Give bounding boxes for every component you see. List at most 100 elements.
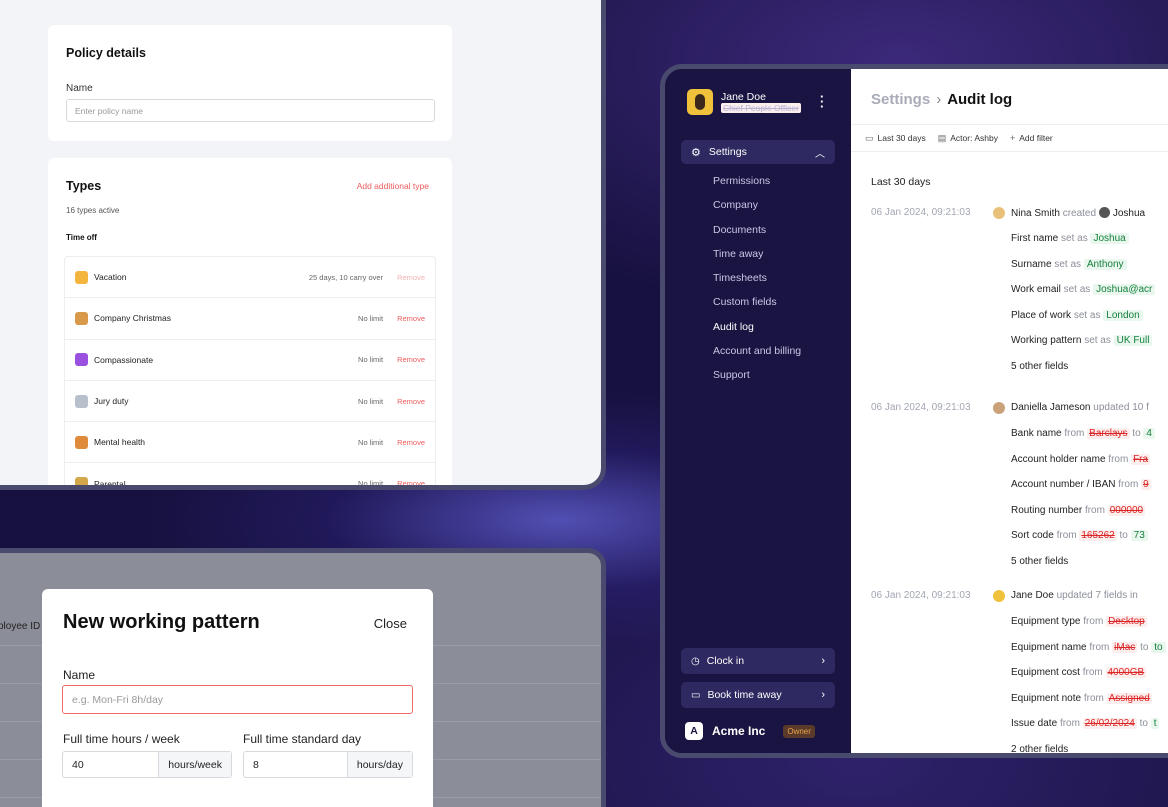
type-row[interactable]: Mental health No limit Remove — [65, 422, 435, 464]
change-field: Working pattern — [1011, 335, 1082, 347]
owner-badge: Owner — [783, 724, 815, 738]
sidebar-item-custom-fields[interactable]: Custom fields — [713, 296, 801, 320]
book-time-away-button[interactable]: ▭ Book time away › — [681, 682, 835, 708]
event-timestamp: 06 Jan 2024, 09:21:03 — [871, 590, 971, 601]
change-row: Account number / IBAN from 9 — [1011, 479, 1151, 491]
type-row[interactable]: Parental No limit Remove — [65, 463, 435, 485]
remove-button[interactable]: Remove — [397, 273, 425, 282]
remove-button[interactable]: Remove — [397, 438, 425, 447]
standard-day-field[interactable]: 8 hours/day — [243, 751, 413, 778]
event-actor[interactable]: Daniella Jameson — [1011, 402, 1091, 413]
close-button[interactable]: Close — [374, 616, 407, 631]
event-target[interactable]: Joshua — [1113, 208, 1145, 219]
filter-period-label: Last 30 days — [877, 133, 926, 143]
chevron-right-icon: › — [821, 655, 825, 667]
standard-day-unit: hours/day — [346, 752, 412, 777]
types-card: Types Add additional type 16 types activ… — [48, 158, 452, 485]
sidebar-item-account-and-billing[interactable]: Account and billing — [713, 345, 801, 369]
other-fields-link[interactable]: 5 other fields — [1011, 361, 1068, 372]
standard-day-value[interactable]: 8 — [244, 752, 347, 777]
user-profile[interactable]: Jane Doe Chief People Officer — [687, 89, 801, 115]
event-actor[interactable]: Nina Smith — [1011, 208, 1060, 219]
type-limit: No limit — [358, 355, 384, 365]
other-fields-link[interactable]: 2 other fields — [1011, 744, 1068, 753]
actor-avatar — [993, 402, 1005, 414]
policy-name-input[interactable]: Enter policy name — [66, 99, 435, 122]
gear-icon: ⚙ — [691, 146, 701, 159]
event-actor[interactable]: Jane Doe — [1011, 590, 1054, 601]
pattern-name-input[interactable]: e.g. Mon-Fri 8h/day — [62, 685, 413, 714]
change-field: Account number / IBAN — [1011, 479, 1116, 491]
change-to-word: to — [1132, 428, 1141, 439]
add-filter-button[interactable]: + Add filter — [1010, 133, 1053, 143]
change-from-word: from — [1059, 718, 1080, 730]
sidebar-item-documents[interactable]: Documents — [713, 224, 801, 248]
change-row: Issue date from 26/02/2024 to t — [1011, 718, 1160, 730]
type-name: Company Christmas — [94, 313, 171, 324]
remove-button[interactable]: Remove — [397, 479, 425, 485]
change-field: Equipment name — [1011, 641, 1087, 653]
change-to-word: to — [1119, 530, 1128, 542]
sidebar-item-permissions[interactable]: Permissions — [713, 175, 801, 199]
type-limit: No limit — [358, 313, 384, 323]
sidebar-item-timesheets[interactable]: Timesheets — [713, 272, 801, 296]
remove-button[interactable]: Remove — [397, 355, 425, 364]
filter-actor-label: Actor: Ashby — [950, 133, 998, 143]
change-new-value: 73 — [1130, 530, 1148, 542]
change-verb: set as — [1084, 335, 1111, 347]
employee-id-column: ployee ID — [0, 621, 41, 632]
sidebar-item-time-away[interactable]: Time away — [713, 248, 801, 272]
chevron-up-icon: ︿ — [815, 148, 825, 160]
filter-period[interactable]: ▭ Last 30 days — [865, 133, 926, 144]
event-action: updated 10 f — [1093, 402, 1149, 413]
change-row: Routing number from 000000 — [1011, 504, 1146, 516]
other-fields-link[interactable]: 5 other fields — [1011, 556, 1068, 567]
remove-button[interactable]: Remove — [397, 397, 425, 406]
change-from-word: from — [1056, 530, 1077, 542]
type-name: Vacation — [94, 272, 127, 283]
policy-name-label: Name — [66, 83, 93, 94]
change-from-word: from — [1064, 428, 1085, 439]
hours-week-field[interactable]: 40 hours/week — [62, 751, 232, 778]
change-from-word: from — [1083, 616, 1104, 627]
sidebar-item-settings[interactable]: ⚙ Settings ︿ — [681, 140, 835, 164]
change-field: Equipment note — [1011, 692, 1082, 704]
type-row[interactable]: Compassionate No limit Remove — [65, 340, 435, 381]
change-row: Account holder name from Fra — [1011, 453, 1151, 465]
add-type-link[interactable]: Add additional type — [357, 181, 429, 191]
types-title: Types — [66, 179, 102, 193]
change-to-word: to — [1139, 718, 1148, 730]
change-row: First name set as Joshua — [1011, 233, 1129, 244]
org-logo: A — [685, 722, 703, 740]
breadcrumb-settings[interactable]: Settings — [871, 91, 930, 108]
change-field: Work email — [1011, 284, 1061, 296]
type-name: Mental health — [94, 437, 146, 448]
type-row[interactable]: Jury duty No limit Remove — [65, 381, 435, 423]
change-old-value: 165262 — [1079, 530, 1117, 542]
change-from-word: from — [1084, 504, 1105, 516]
remove-button[interactable]: Remove — [397, 314, 425, 323]
org-name: Acme Inc — [712, 724, 766, 738]
change-row: Equipment name from iMac to to — [1011, 641, 1166, 653]
sidebar-item-company[interactable]: Company — [713, 199, 801, 223]
change-row: Bank name from Barclays to 4 — [1011, 428, 1155, 439]
clock-in-button[interactable]: ◷ Clock in › — [681, 648, 835, 674]
breadcrumb: Settings › Audit log — [871, 91, 1012, 108]
types-list: Vacation 25 days, 10 carry over Remove Comp… — [64, 256, 436, 485]
group-label: Time off — [66, 233, 97, 242]
type-row[interactable]: Vacation 25 days, 10 carry over Remove — [65, 257, 435, 299]
filter-actor[interactable]: ▤ Actor: Ashby — [938, 133, 998, 144]
sidebar-item-audit-log[interactable]: Audit log — [713, 321, 801, 345]
change-field: Equipment cost — [1011, 667, 1080, 679]
hours-week-value[interactable]: 40 — [63, 752, 158, 777]
purple-heart-icon — [75, 353, 88, 367]
add-filter-label: Add filter — [1019, 133, 1053, 143]
type-row[interactable]: Company Christmas No limit Remove — [65, 298, 435, 340]
pattern-name-label: Name — [63, 668, 96, 682]
change-row: Sort code from 165262 to 73 — [1011, 530, 1148, 542]
change-from-word: from — [1083, 692, 1104, 704]
organization[interactable]: A Acme Inc Owner — [685, 722, 815, 740]
sidebar-item-support[interactable]: Support — [713, 369, 801, 393]
change-new-value: UK Full — [1113, 335, 1153, 347]
more-options-icon[interactable]: · · · — [820, 90, 824, 113]
